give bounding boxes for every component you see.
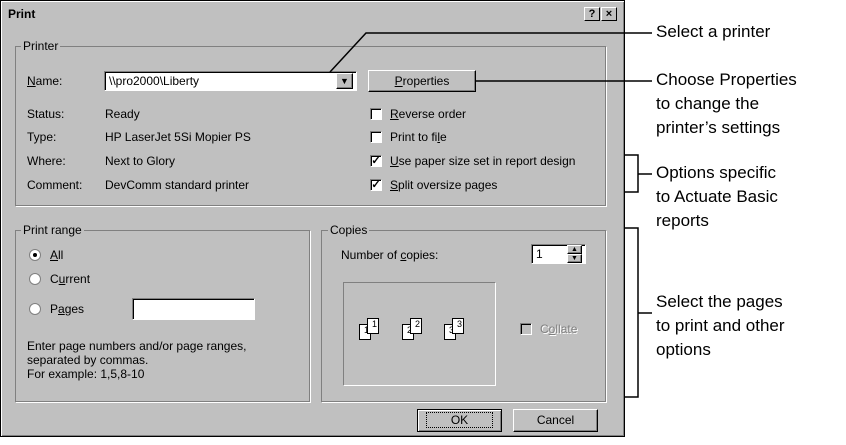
ok-button[interactable]: OK xyxy=(417,409,502,432)
status-label: Status: xyxy=(27,107,65,121)
print-dialog: Print ? × Printer Name: \\pro2000\Libert… xyxy=(0,0,625,437)
help-button[interactable]: ? xyxy=(584,7,600,21)
spin-up-icon[interactable]: ▲ xyxy=(567,245,582,254)
chevron-down-icon[interactable]: ▼ xyxy=(336,73,353,89)
collate-preview: 1 1 2 2 3 3 xyxy=(343,282,496,386)
printer-name-value: \\pro2000\Liberty xyxy=(109,74,200,88)
print-range-label: Print range xyxy=(21,223,84,237)
options-bracket xyxy=(625,154,639,193)
annotation-properties-3: printer’s settings xyxy=(656,118,781,137)
reverse-order-checkbox[interactable] xyxy=(370,108,382,120)
page-3b-icon: 3 xyxy=(452,318,464,334)
annotation-pages-2: to print and other xyxy=(656,316,785,335)
use-paper-size-label: Use paper size set in report design xyxy=(390,154,576,168)
split-oversize-checkbox[interactable]: ✓ xyxy=(370,179,382,191)
hint-line-1: Enter page numbers and/or page ranges, xyxy=(27,339,247,353)
radio-all[interactable] xyxy=(29,249,41,261)
cancel-button[interactable]: Cancel xyxy=(513,409,598,432)
copies-label: Copies xyxy=(328,223,370,237)
annotation-pages-3: options xyxy=(656,340,711,359)
page-2b-icon: 2 xyxy=(410,318,422,334)
collate-label: Collate xyxy=(540,322,578,336)
comment-label: Comment: xyxy=(27,178,83,192)
annotation-options-1: Options specific xyxy=(656,163,776,182)
radio-current[interactable] xyxy=(29,273,41,285)
name-label: Name: xyxy=(27,74,63,88)
properties-button[interactable]: Properties xyxy=(368,70,476,92)
hint-line-3: For example: 1,5,8-10 xyxy=(27,367,145,381)
num-copies-spinner[interactable]: 1 ▲ ▼ xyxy=(531,244,586,264)
print-to-file-label: Print to file xyxy=(390,130,447,144)
radio-all-label: All xyxy=(50,248,64,262)
annotation-select-printer: Select a printer xyxy=(656,22,771,41)
reverse-order-label: Reverse order xyxy=(390,107,467,121)
num-copies-label: Number of copies: xyxy=(341,248,439,262)
type-label: Type: xyxy=(27,130,57,144)
spin-down-icon[interactable]: ▼ xyxy=(567,254,582,263)
radio-pages-label: Pages xyxy=(50,302,85,316)
hint-line-2: separated by commas. xyxy=(27,353,149,367)
annotation-pages-1: Select the pages xyxy=(656,292,783,311)
comment-value: DevComm standard printer xyxy=(105,178,250,192)
close-button[interactable]: × xyxy=(601,7,617,21)
annotation-properties-1: Choose Properties xyxy=(656,70,797,89)
print-to-file-checkbox[interactable] xyxy=(370,131,382,143)
radio-current-label: Current xyxy=(50,272,91,286)
status-value: Ready xyxy=(105,107,140,121)
annotation-properties-2: to change the xyxy=(656,94,760,113)
where-label: Where: xyxy=(27,154,66,168)
type-value: HP LaserJet 5Si Mopier PS xyxy=(105,130,251,144)
ok-label: OK xyxy=(425,412,494,428)
printer-name-select[interactable]: \\pro2000\Liberty ▼ xyxy=(104,71,357,91)
printer-group xyxy=(15,46,606,206)
pages-bracket xyxy=(625,227,639,398)
annotation-options-2: to Actuate Basic xyxy=(656,187,778,206)
num-copies-value: 1 xyxy=(536,247,543,261)
annotation-options-3: reports xyxy=(656,211,709,230)
use-paper-size-checkbox[interactable]: ✓ xyxy=(370,155,382,167)
collate-checkbox[interactable] xyxy=(520,323,532,335)
title-bar: Print ? × xyxy=(4,4,621,24)
radio-pages[interactable] xyxy=(29,303,41,315)
dialog-title: Print xyxy=(8,7,36,21)
printer-group-label: Printer xyxy=(21,39,61,53)
split-oversize-label: Split oversize pages xyxy=(390,178,498,192)
pages-input[interactable] xyxy=(132,298,255,320)
where-value: Next to Glory xyxy=(105,154,176,168)
page-1b-icon: 1 xyxy=(367,318,379,334)
